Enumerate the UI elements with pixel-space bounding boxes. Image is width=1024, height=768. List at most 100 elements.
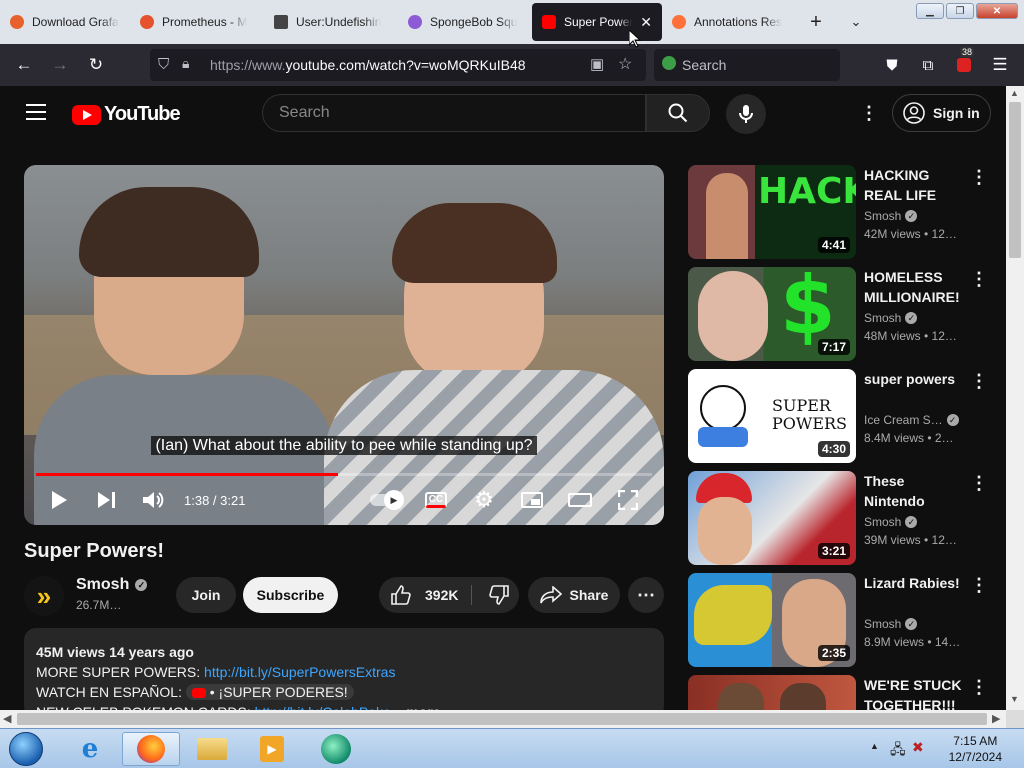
- tab-user-undefishin[interactable]: User:Undefishin: [264, 0, 398, 44]
- more-options-icon[interactable]: ⋮: [970, 575, 988, 596]
- like-button[interactable]: 392K: [379, 577, 471, 613]
- network-icon[interactable]: 🖧︎: [890, 739, 906, 763]
- scroll-down-arrow-icon[interactable]: ▼: [1010, 694, 1019, 704]
- related-video[interactable]: 3:21 These Nintendo Games are… Smosh✓ 39…: [688, 471, 998, 565]
- taskbar-clock[interactable]: 7:15 AM 12/7/2024: [949, 733, 1002, 765]
- lock-icon[interactable]: 🔒︎: [182, 55, 189, 72]
- tab-spongebob[interactable]: SpongeBob Squ: [398, 0, 532, 44]
- tracking-shield-icon[interactable]: ⛉: [158, 56, 169, 73]
- progress-bar[interactable]: [36, 473, 652, 476]
- mute-button[interactable]: [142, 487, 166, 513]
- verified-icon: ✓: [946, 414, 959, 426]
- settings-gear-icon[interactable]: ⚙: [470, 487, 498, 513]
- play-button[interactable]: [48, 487, 70, 513]
- theater-icon: [568, 493, 592, 507]
- next-button[interactable]: [96, 487, 118, 513]
- more-options-icon[interactable]: ⋮: [970, 371, 988, 392]
- internet-explorer-taskbar-button[interactable]: e: [64, 732, 116, 766]
- spanish-video-chip[interactable]: • ¡SUPER PODERES!: [185, 684, 354, 700]
- channel-name[interactable]: Smosh ✓: [76, 576, 148, 594]
- reader-view-icon[interactable]: ▣: [590, 55, 604, 73]
- horizontal-scrollbar[interactable]: ◀ ▶: [0, 710, 1006, 728]
- fullscreen-button[interactable]: [614, 487, 642, 513]
- more-options-icon[interactable]: ⋮: [970, 167, 988, 188]
- firefox-taskbar-button[interactable]: [122, 732, 180, 766]
- miniplayer-button[interactable]: [518, 487, 546, 513]
- channel-avatar[interactable]: »: [24, 576, 64, 616]
- start-button[interactable]: [2, 732, 50, 766]
- related-channel: Smosh ✓: [864, 515, 918, 529]
- scroll-thumb[interactable]: [1009, 102, 1021, 258]
- settings-more-icon[interactable]: ⋮: [860, 103, 878, 124]
- mouse-cursor-icon: [629, 30, 641, 48]
- show-hidden-icons-icon[interactable]: ▲: [870, 741, 879, 751]
- browser-search-box[interactable]: Search: [654, 49, 840, 81]
- browser-search-placeholder: Search: [682, 57, 727, 73]
- more-options-icon[interactable]: ⋮: [970, 269, 988, 290]
- app-taskbar-button[interactable]: [310, 732, 362, 766]
- voice-search-button[interactable]: [726, 94, 766, 134]
- like-dislike-segment: 392K: [379, 577, 519, 613]
- bookmark-star-icon[interactable]: ☆: [618, 54, 632, 74]
- scroll-right-arrow-icon[interactable]: ▶: [992, 712, 1000, 725]
- tab-annotations[interactable]: Annotations Res: [662, 0, 796, 44]
- related-video[interactable]: HACK 4:41 HACKING REAL LIFE Smosh✓ 42M v…: [688, 165, 998, 259]
- extras-link[interactable]: http://bit.ly/SuperPowersExtras: [204, 664, 395, 680]
- file-explorer-taskbar-button[interactable]: [186, 732, 238, 766]
- addon-icon[interactable]: 38: [954, 47, 975, 75]
- new-tab-button[interactable]: +: [796, 0, 836, 44]
- extensions-icon[interactable]: ⧉: [918, 55, 938, 75]
- reload-icon[interactable]: ↻: [86, 55, 106, 75]
- thumbnail-cartoon: [700, 385, 746, 431]
- menu-hamburger-icon[interactable]: ☰: [990, 55, 1010, 75]
- guide-menu-icon[interactable]: [26, 104, 46, 120]
- pocket-icon[interactable]: ⛊: [882, 55, 902, 75]
- join-button[interactable]: Join: [176, 577, 236, 613]
- more-options-icon[interactable]: ⋮: [970, 473, 988, 494]
- tab-prometheus[interactable]: Prometheus - M: [130, 0, 264, 44]
- youtube-search-input[interactable]: Search: [262, 94, 646, 132]
- verified-icon: ✓: [905, 312, 918, 324]
- dislike-button[interactable]: [479, 577, 519, 613]
- captions-button[interactable]: CC: [422, 487, 450, 513]
- window-controls: ▁ ❐ ✕: [916, 3, 1018, 19]
- maximize-button[interactable]: ❐: [946, 3, 974, 19]
- verified-icon: ✓: [135, 579, 148, 591]
- tab-super-powers[interactable]: Super Powers ✕: [532, 3, 662, 41]
- sign-in-button[interactable]: Sign in: [892, 94, 991, 132]
- url-bar[interactable]: ⛉ 🔒︎ https://www. youtube.com/watch?v=woM…: [150, 49, 646, 81]
- tab-grafana[interactable]: Download Grafa: [0, 0, 130, 44]
- search-button[interactable]: [646, 94, 710, 132]
- grafana-favicon-icon: [10, 15, 24, 29]
- autoplay-toggle[interactable]: ▶: [368, 487, 404, 513]
- video-caption: (Ian) What about the ability to pee whil…: [24, 436, 664, 455]
- share-button[interactable]: Share: [528, 577, 620, 613]
- scroll-up-arrow-icon[interactable]: ▲: [1010, 88, 1019, 98]
- back-arrow-icon[interactable]: ←: [14, 55, 34, 75]
- hscroll-thumb[interactable]: [17, 713, 987, 725]
- video-thumbnail: 2:35: [688, 573, 856, 667]
- list-tabs-chevron-icon[interactable]: ⌄: [836, 0, 876, 44]
- subscribe-button[interactable]: Subscribe: [243, 577, 338, 613]
- minimize-button[interactable]: ▁: [916, 3, 944, 19]
- related-video[interactable]: WE'RE STUCK TOGETHER!!! ⋮: [688, 675, 998, 710]
- close-tab-icon[interactable]: ✕: [640, 14, 652, 31]
- more-actions-button[interactable]: ⋯: [628, 577, 664, 613]
- forward-arrow-icon[interactable]: →: [50, 55, 70, 75]
- theater-mode-button[interactable]: [566, 487, 594, 513]
- media-player-icon: ▶: [260, 736, 284, 762]
- video-player[interactable]: (Ian) What about the ability to pee whil…: [24, 165, 664, 525]
- vertical-scrollbar[interactable]: ▲ ▼: [1006, 86, 1024, 710]
- volume-muted-icon[interactable]: ✖: [912, 739, 924, 756]
- related-video[interactable]: SUPER POWERS 4:30 super powers Ice Cream…: [688, 369, 998, 463]
- person-right-hair: [392, 203, 557, 283]
- description-box[interactable]: 45M views 14 years ago MORE SUPER POWERS…: [24, 628, 664, 718]
- more-options-icon[interactable]: ⋮: [970, 677, 988, 698]
- related-video[interactable]: 2:35 Lizard Rabies! Smosh ✓ 8.9M views • …: [688, 573, 998, 667]
- close-window-button[interactable]: ✕: [976, 3, 1018, 19]
- related-views: 48M views • 12…: [864, 329, 957, 343]
- scroll-left-arrow-icon[interactable]: ◀: [3, 712, 11, 725]
- youtube-logo[interactable]: YouTube: [72, 103, 181, 126]
- media-player-taskbar-button[interactable]: ▶: [246, 732, 298, 766]
- related-video[interactable]: $ 7:17 HOMELESS MILLIONAIRE! Smosh ✓ 48M …: [688, 267, 998, 361]
